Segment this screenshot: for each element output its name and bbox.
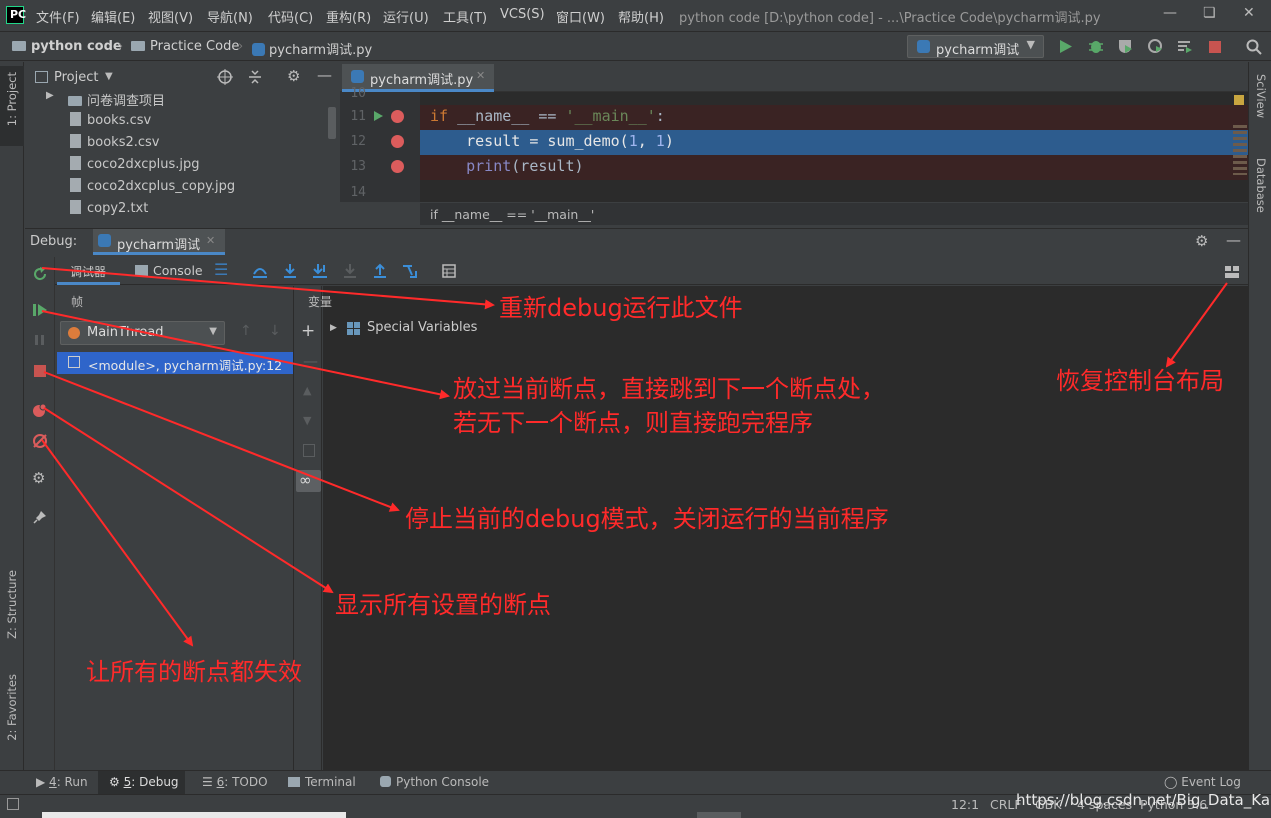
- annotation-view-breakpoints: 显示所有设置的断点: [335, 591, 551, 619]
- annotation-resume-line2: 若无下一个断点，则直接跑完程序: [453, 409, 813, 437]
- annotation-stop: 停止当前的debug模式，关闭运行的当前程序: [405, 505, 889, 533]
- annotation-resume-line1: 放过当前断点，直接跳到下一个断点处，: [453, 375, 885, 403]
- arrow-mute-breakpoints: [41, 439, 194, 647]
- annotation-restore-layout: 恢复控制台布局: [1056, 367, 1224, 395]
- annotation-mute-breakpoints: 让所有的断点都失效: [86, 658, 302, 686]
- arrow-resume: [41, 310, 450, 400]
- annotation-rerun: 重新debug运行此文件: [499, 294, 743, 322]
- arrow-restore-layout: [1165, 282, 1228, 368]
- arrow-rerun: [41, 267, 495, 310]
- arrow-view-breakpoints: [43, 407, 334, 594]
